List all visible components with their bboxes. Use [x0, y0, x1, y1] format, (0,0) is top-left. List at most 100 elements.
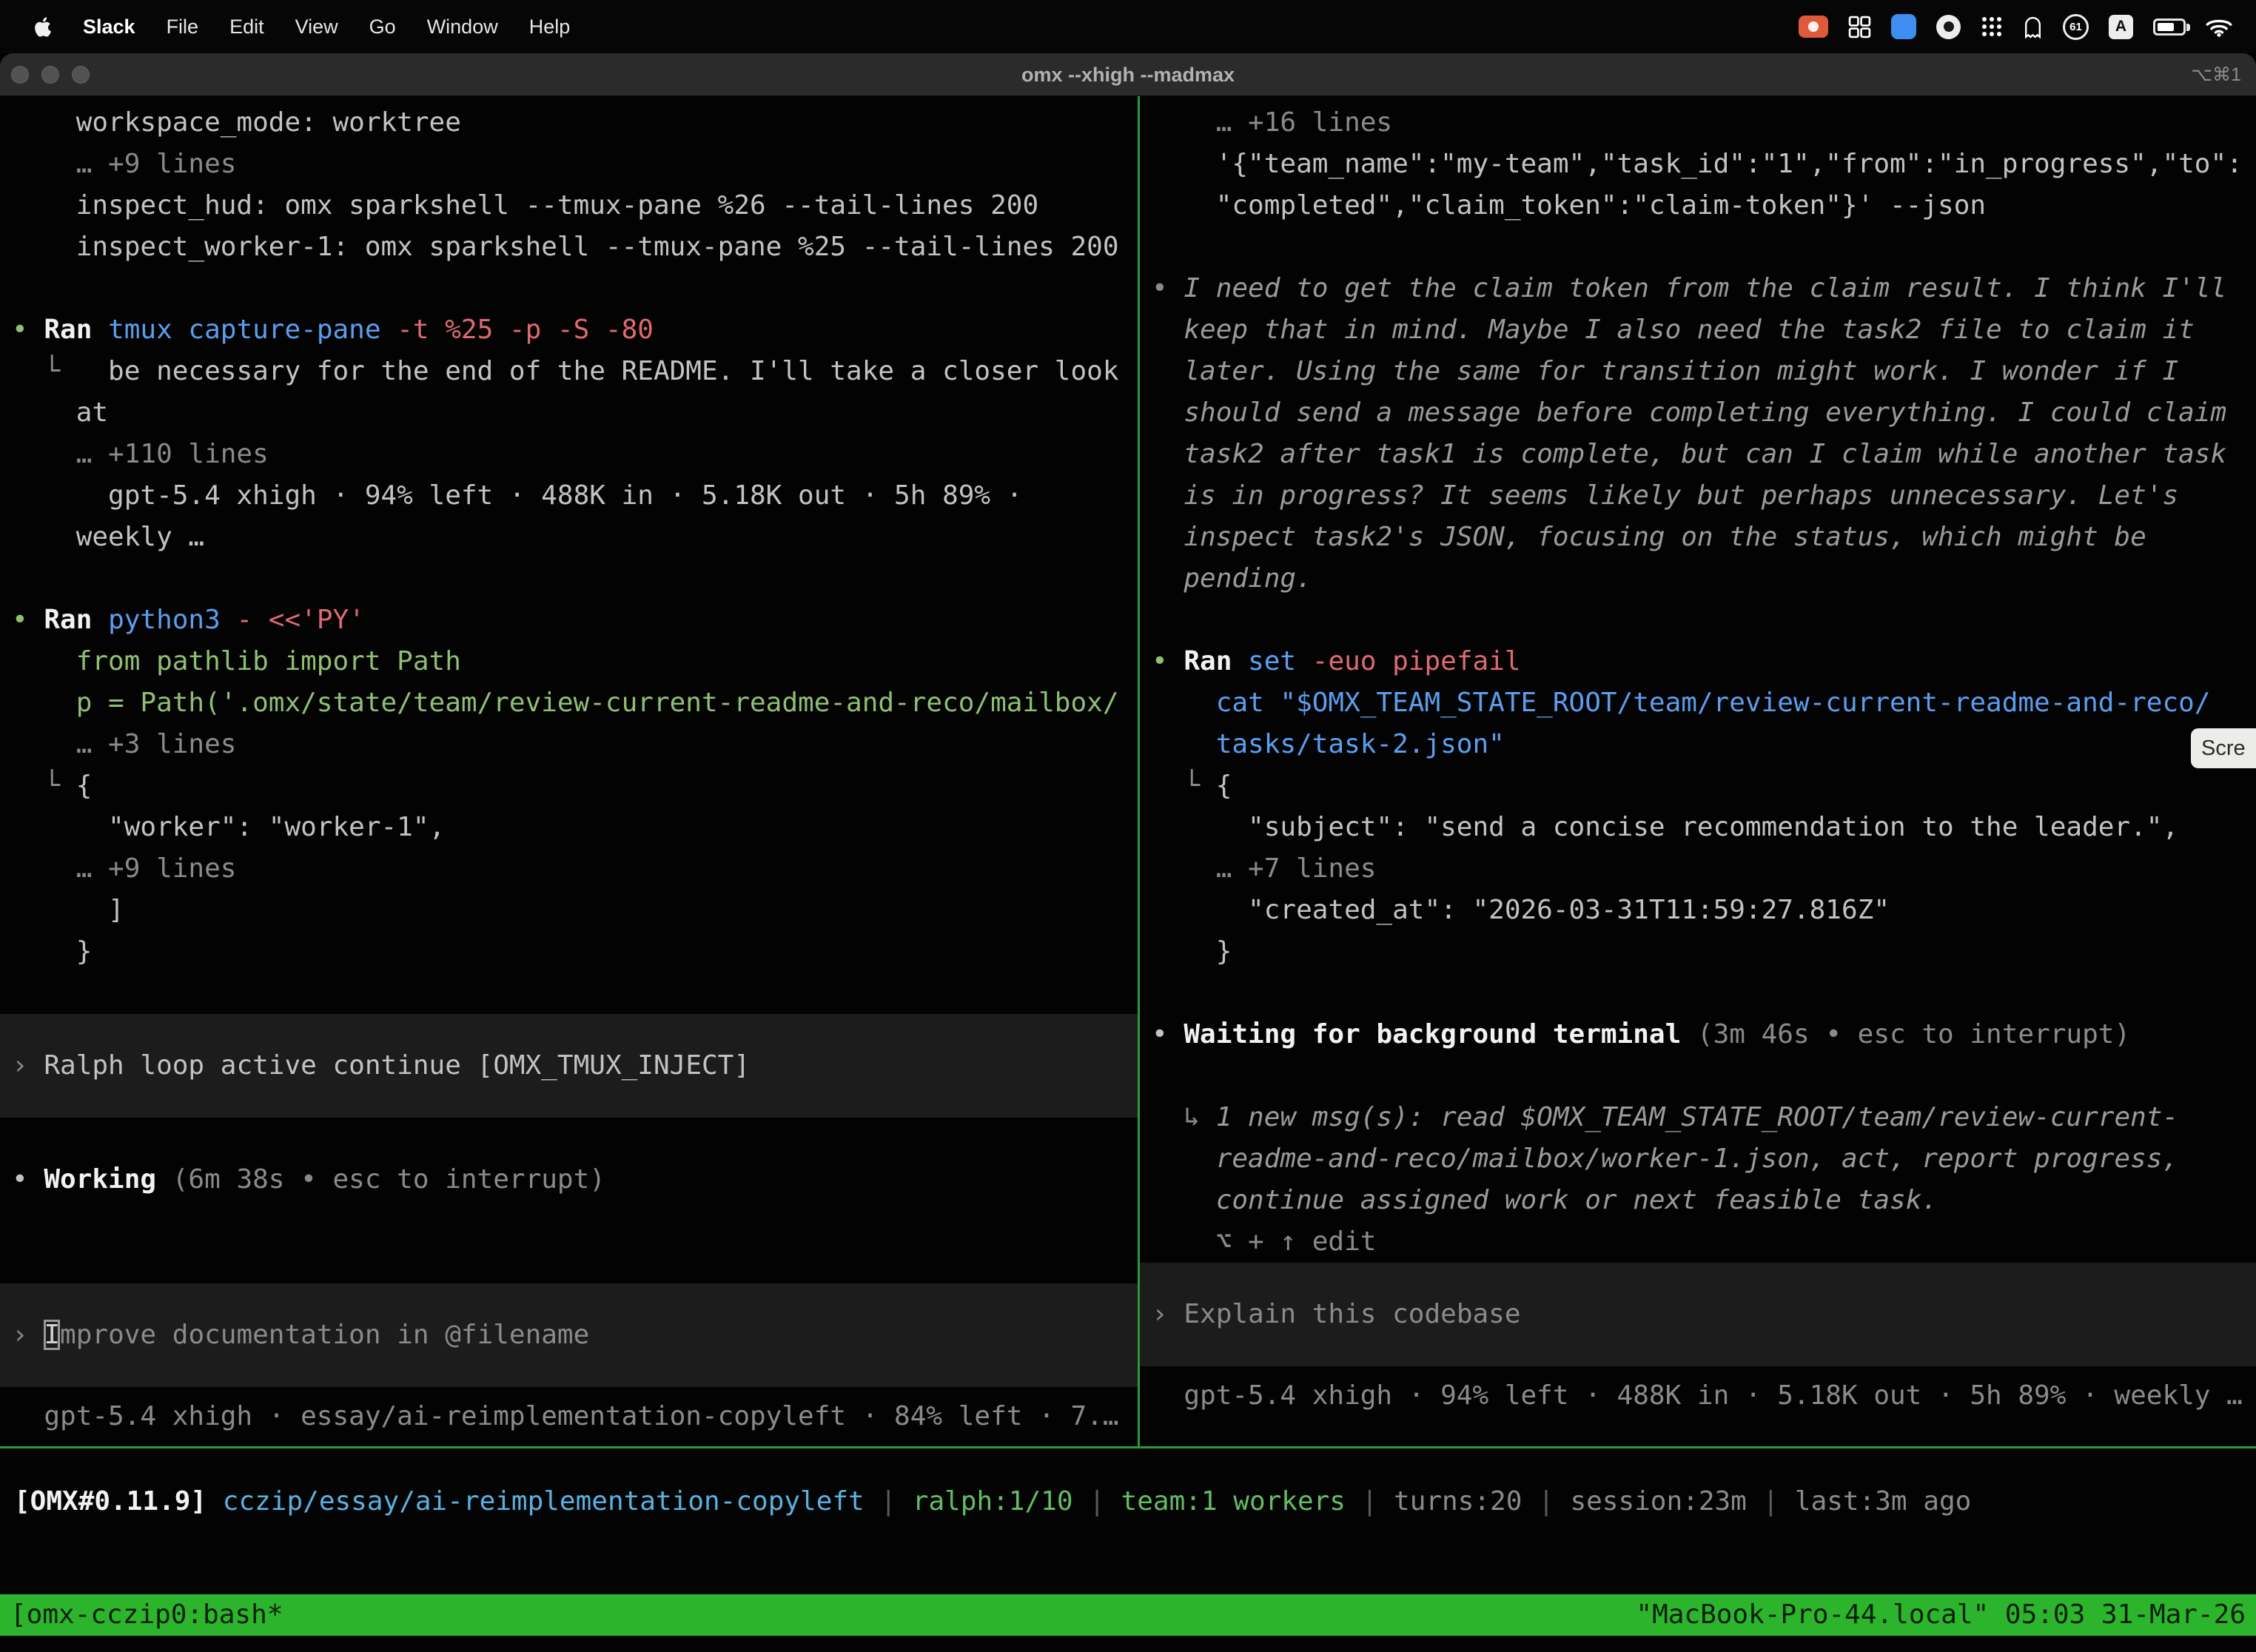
text-segment: └ — [12, 770, 76, 801]
terminal-blank — [0, 1118, 1138, 1159]
input-prompt-band[interactable]: › Explain this codebase — [1140, 1263, 2256, 1366]
window-grid-icon[interactable] — [1848, 16, 1871, 38]
terminal-blank — [1140, 973, 2256, 1014]
dots-grid-icon[interactable] — [1981, 16, 2003, 38]
text-segment: { — [76, 770, 93, 801]
terminal-line: '{"team_name":"my-team","task_id":"1","f… — [1140, 144, 2256, 185]
tmux-host-clock: "MacBook-Pro-44.local" 05:03 31-Mar-26 — [1636, 1594, 2246, 1636]
text-segment: pending. — [1152, 563, 1312, 594]
gauge-icon[interactable]: 61 — [2063, 14, 2089, 40]
text-segment: › — [1152, 1299, 1184, 1329]
terminal-line: is in progress? It seems likely but perh… — [1140, 475, 2256, 517]
terminal-line: └ be necessary for the end of the README… — [0, 351, 1138, 392]
text-segment: gpt-5.4 xhigh · 94% left · 488K in · 5.1… — [12, 480, 1022, 511]
text-segment: inspect_worker-1: omx sparkshell --tmux-… — [12, 232, 1119, 262]
blue-app-icon[interactable] — [1891, 14, 1916, 39]
pane-status-line: gpt-5.4 xhigh · essay/ai-reimplementatio… — [0, 1396, 1138, 1437]
terminal-line: └ { — [0, 765, 1138, 807]
terminal-blank — [0, 268, 1138, 309]
terminal-blank — [0, 1242, 1138, 1283]
text-segment: Working — [44, 1164, 156, 1195]
text-segment: ↳ — [1152, 1102, 1216, 1132]
terminal-pane-right[interactable]: … +16 lines '{"team_name":"my-team","tas… — [1140, 96, 2256, 1446]
input-prompt-band[interactable]: › Improve documentation in @filename — [0, 1283, 1138, 1387]
menu-view[interactable]: View — [280, 16, 354, 38]
terminal-line: • Ran python3 - <<'PY' — [0, 600, 1138, 641]
input-source-icon[interactable]: A — [2109, 15, 2133, 39]
menu-go[interactable]: Go — [354, 16, 412, 38]
terminal-line: └ { — [1140, 765, 2256, 807]
text-segment: keep that in mind. Maybe I also need the… — [1152, 315, 2195, 345]
text-segment: Ran — [44, 605, 108, 635]
text-segment: Ralph loop active continue [OMX_TMUX_INJ… — [44, 1050, 750, 1081]
text-segment: weekly … — [12, 522, 204, 552]
text-segment: • — [12, 605, 44, 635]
terminal-line: • I need to get the claim token from the… — [1140, 268, 2256, 309]
terminal-line: ] — [0, 890, 1138, 931]
terminal-blank — [1140, 1055, 2256, 1097]
text-segment: | — [1346, 1486, 1394, 1517]
dark-circle-app-icon[interactable] — [1936, 15, 1961, 39]
menu-help[interactable]: Help — [514, 16, 586, 38]
menu-bar-status-icons: 61 A — [1799, 14, 2235, 40]
text-segment: … +16 lines — [1152, 107, 1392, 138]
text-segment: "created_at": "2026-03-31T11:59:27.816Z" — [1152, 895, 1890, 925]
text-segment: └ — [1152, 770, 1216, 801]
screen-notification-overlay[interactable]: Scre — [2191, 728, 2256, 768]
text-segment: I — [44, 1320, 60, 1350]
battery-icon[interactable] — [2153, 19, 2186, 36]
apple-icon — [34, 15, 54, 39]
terminal-line: "completed","claim_token":"claim-token"}… — [1140, 185, 2256, 226]
terminal-line: gpt-5.4 xhigh · 94% left · 488K in · 5.1… — [0, 475, 1138, 517]
text-segment: -euo pipefail — [1312, 646, 1521, 676]
menu-file[interactable]: File — [151, 16, 215, 38]
text-segment — [207, 1486, 223, 1517]
terminal-line: ⌥ + ↑ edit — [1140, 1221, 2256, 1263]
tmux-session-window[interactable]: [omx-cczip0:bash* — [10, 1594, 283, 1636]
text-segment: "worker": "worker-1", — [12, 812, 445, 842]
text-segment: set — [1248, 646, 1312, 676]
input-source-label: A — [2109, 15, 2133, 39]
terminal-pane-left[interactable]: workspace_mode: worktree … +9 lines insp… — [0, 96, 1138, 1446]
ghost-app-icon[interactable] — [2023, 16, 2043, 38]
window-title: omx --xhigh --madmax — [0, 53, 2256, 96]
terminal-line: readme-and-reco/mailbox/worker-1.json, a… — [1140, 1138, 2256, 1180]
text-segment: [OMX#0.11.9] — [14, 1486, 207, 1517]
terminal-line: at — [0, 392, 1138, 434]
wifi-icon[interactable] — [2206, 17, 2232, 37]
tmux-status-bar: [omx-cczip0:bash* "MacBook-Pro-44.local"… — [0, 1594, 2256, 1636]
text-segment: 1 new msg(s): read $OMX_TEAM_STATE_ROOT/… — [1216, 1102, 2178, 1132]
text-segment: (6m 38s • esc to interrupt) — [156, 1164, 605, 1195]
text-segment: › — [12, 1320, 44, 1350]
text-segment: … +110 lines — [12, 439, 269, 469]
text-segment: … +3 lines — [12, 729, 236, 759]
text-segment: { — [1216, 770, 1232, 801]
apple-menu[interactable] — [21, 15, 67, 39]
text-segment: › — [12, 1050, 44, 1081]
text-segment: I need to get the claim token from the c… — [1184, 273, 2226, 303]
terminal-line: … +9 lines — [0, 848, 1138, 890]
screen-recording-indicator-icon[interactable] — [1799, 16, 1828, 38]
omx-hud-status-line: [OMX#0.11.9] cczip/essay/ai-reimplementa… — [0, 1448, 2256, 1594]
text-segment: continue assigned work or next feasible … — [1152, 1185, 1938, 1215]
text-segment: ⌥ + ↑ edit — [1152, 1226, 1376, 1257]
text-segment: python3 — [108, 605, 236, 635]
terminal-window: omx --xhigh --madmax ⌥⌘1 workspace_mode:… — [0, 53, 2256, 1652]
text-segment: gpt-5.4 xhigh · 94% left · 488K in · 5.1… — [1152, 1380, 2243, 1411]
text-segment: cczip/essay/ai-reimplementation-copyleft — [223, 1486, 865, 1517]
text-segment: mprove documentation in @filename — [60, 1320, 589, 1350]
text-segment: • — [1152, 646, 1184, 676]
text-segment: ] — [12, 895, 124, 925]
menu-edit[interactable]: Edit — [214, 16, 280, 38]
text-segment: from pathlib import Path — [12, 646, 461, 676]
menu-app-name[interactable]: Slack — [67, 16, 151, 38]
terminal-line: • Waiting for background terminal (3m 46… — [1140, 1014, 2256, 1055]
menu-window[interactable]: Window — [412, 16, 514, 38]
text-segment: team:1 workers — [1121, 1486, 1346, 1517]
terminal-line: ↳ 1 new msg(s): read $OMX_TEAM_STATE_ROO… — [1140, 1097, 2256, 1138]
gauge-value: 61 — [2063, 14, 2089, 40]
terminal-line: continue assigned work or next feasible … — [1140, 1180, 2256, 1221]
text-segment: - <<'PY' — [236, 605, 364, 635]
text-segment: Explain this codebase — [1184, 1299, 1520, 1329]
text-segment: session:23m — [1570, 1486, 1746, 1517]
